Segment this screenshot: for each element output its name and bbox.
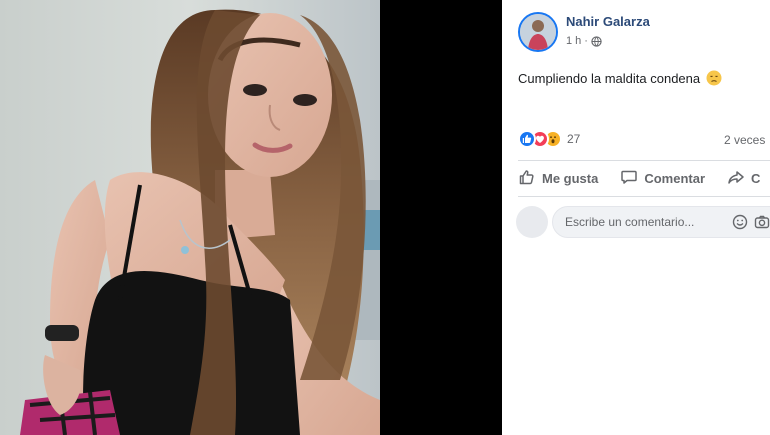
- like-label: Me gusta: [542, 171, 599, 186]
- share-label: C: [751, 171, 761, 186]
- comment-label: Comentar: [644, 171, 706, 186]
- post-photo[interactable]: [0, 0, 380, 435]
- comment-button[interactable]: Comentar: [620, 168, 705, 189]
- share-button[interactable]: C: [727, 168, 760, 189]
- thumbs-up-icon: [518, 168, 536, 189]
- commenter-avatar[interactable]: [516, 206, 548, 238]
- comment-composer: Escribe un comentario...: [502, 196, 770, 248]
- camera-icon[interactable]: [754, 214, 770, 235]
- post-side-panel: Nahir Galarza 1 h · Cumpliendo la maldit…: [502, 0, 770, 435]
- sad-face-icon: [706, 70, 722, 86]
- reactions-summary[interactable]: 27: [518, 130, 580, 148]
- reactions-count: 27: [567, 132, 581, 146]
- post-time[interactable]: 1 h: [566, 35, 581, 47]
- post-text: Cumpliendo la maldita condena: [518, 70, 722, 86]
- meta-separator: ·: [584, 35, 588, 47]
- divider-top: [518, 160, 770, 161]
- photo-viewer-background: [380, 0, 502, 435]
- speech-bubble-icon: [620, 168, 638, 189]
- post-actions: Me gusta Comentar C: [518, 168, 770, 189]
- share-arrow-icon: [727, 168, 745, 189]
- like-button[interactable]: Me gusta: [518, 168, 598, 189]
- smiley-icon[interactable]: [732, 214, 748, 235]
- post-text-content: Cumpliendo la maldita condena: [518, 70, 701, 86]
- like-icon: [518, 130, 536, 148]
- author-name[interactable]: Nahir Galarza: [566, 14, 650, 29]
- shares-count[interactable]: 2 veces: [724, 133, 765, 147]
- comment-tools: [732, 214, 770, 235]
- post-meta: 1 h ·: [566, 35, 602, 47]
- globe-icon[interactable]: [591, 35, 602, 47]
- author-avatar[interactable]: [518, 12, 558, 52]
